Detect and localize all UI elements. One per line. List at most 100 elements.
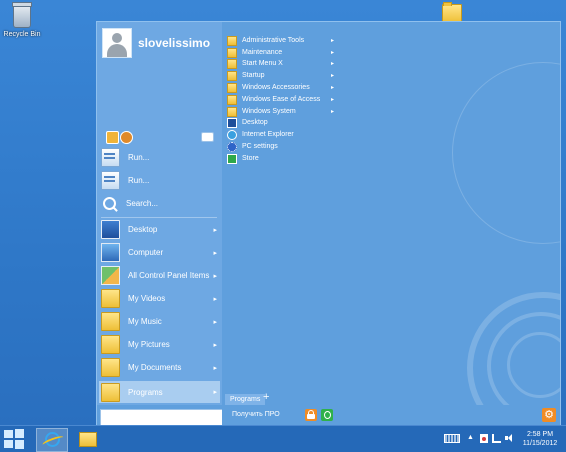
desktop-icon (101, 220, 120, 239)
program-item[interactable]: PC settings (227, 141, 332, 152)
program-item[interactable]: Maintenance ▸ (227, 47, 334, 58)
quick-launch-icon-3[interactable] (201, 132, 214, 142)
chevron-right-icon: ▸ (213, 249, 217, 257)
chevron-right-icon: ▸ (331, 61, 335, 67)
recycle-bin-label: Recycle Bin (3, 31, 41, 38)
network-icon[interactable] (492, 434, 501, 443)
gear-icon[interactable]: ⚙ (542, 408, 556, 422)
start-button[interactable] (4, 429, 26, 449)
left-item-my-music[interactable]: My Music ▸ (99, 311, 220, 332)
left-item-label: Run... (128, 153, 150, 162)
program-item[interactable]: Start Menu X ▸ (227, 58, 335, 69)
folder-icon (442, 2, 462, 22)
left-item-label: My Pictures (128, 340, 170, 349)
lock-icon[interactable] (305, 409, 317, 421)
program-label: Internet Explorer (242, 131, 294, 138)
chevron-right-icon: ▸ (213, 226, 217, 234)
left-item-label: My Videos (128, 294, 166, 303)
program-label: Maintenance (242, 49, 283, 56)
chevron-right-icon: ▸ (213, 272, 217, 280)
quick-launch-icon-2[interactable] (120, 131, 133, 144)
program-label: Store (242, 155, 259, 162)
ie-icon (227, 129, 237, 140)
get-pro-link[interactable]: Получить ПРО (232, 411, 280, 418)
program-label: PC settings (242, 143, 278, 150)
left-item-desktop[interactable]: Desktop ▸ (99, 219, 220, 240)
folder-icon (227, 47, 237, 58)
chevron-right-icon: ▸ (213, 341, 217, 349)
program-item[interactable]: Windows Ease of Access ▸ (227, 94, 334, 105)
chevron-right-icon: ▸ (213, 364, 217, 372)
program-label: Administrative Tools (242, 37, 305, 44)
left-item-label: Desktop (128, 225, 158, 234)
folder-icon (227, 94, 237, 105)
program-label: Start Menu X (242, 60, 283, 67)
folder-icon (227, 58, 237, 69)
avatar[interactable] (102, 28, 132, 58)
folder-icon (101, 358, 120, 377)
program-item[interactable]: Administrative Tools ▸ (227, 35, 334, 46)
computer-icon (101, 243, 120, 262)
left-item-label: My Music (128, 317, 162, 326)
folder-icon (101, 335, 120, 354)
left-item-run-1[interactable]: Run... (99, 147, 220, 168)
clock-time: 2:58 PM (526, 431, 554, 438)
add-tab-button[interactable]: + (263, 392, 269, 403)
program-item[interactable]: Store (227, 153, 332, 164)
program-item[interactable]: Desktop (227, 117, 332, 128)
tab-programs[interactable]: Programs (225, 394, 266, 405)
left-item-my-pictures[interactable]: My Pictures ▸ (99, 334, 220, 355)
taskbar-file-explorer[interactable] (72, 428, 102, 450)
action-center-icon[interactable] (480, 434, 488, 443)
program-item[interactable]: Windows Accessories ▸ (227, 82, 335, 93)
run-icon (101, 171, 120, 190)
left-item-label: Computer (128, 248, 164, 257)
power-icon[interactable] (321, 409, 333, 421)
left-item-my-videos[interactable]: My Videos ▸ (99, 288, 220, 309)
left-item-my-documents[interactable]: My Documents ▸ (99, 357, 220, 378)
left-item-computer[interactable]: Computer ▸ (99, 242, 220, 263)
folder-icon (227, 82, 237, 93)
volume-icon[interactable] (505, 434, 513, 443)
taskbar: ▲ 2:58 PM 11/15/2012 (0, 425, 566, 452)
user-header[interactable]: slovelissimo (102, 28, 210, 58)
left-item-control-panel[interactable]: All Control Panel Items ▸ (99, 265, 220, 286)
program-item[interactable]: Windows System ▸ (227, 106, 335, 117)
quick-launch-icon-1[interactable] (106, 131, 119, 144)
program-item[interactable]: Internet Explorer (227, 129, 332, 140)
left-item-programs[interactable]: Programs ▸ (99, 381, 220, 403)
left-item-run-2[interactable]: Run... (99, 170, 220, 191)
program-label: Windows Ease of Access (242, 96, 321, 103)
program-item[interactable]: Startup ▸ (227, 70, 335, 81)
desktop-folder[interactable] (442, 2, 462, 22)
recycle-bin-icon (12, 2, 32, 28)
start-menu-left-pane: slovelissimo Run... Run... Search... Des… (97, 22, 222, 405)
start-menu: slovelissimo Run... Run... Search... Des… (96, 21, 561, 426)
store-icon (227, 153, 237, 164)
chevron-right-icon: ▸ (331, 73, 335, 79)
windows-logo-icon (4, 430, 13, 438)
show-hidden-icons-button[interactable]: ▲ (467, 434, 474, 446)
taskbar-internet-explorer[interactable] (36, 428, 68, 452)
left-item-label: Run... (128, 176, 150, 185)
username: slovelissimo (138, 36, 211, 50)
chevron-right-icon: ▸ (213, 318, 217, 326)
recycle-bin[interactable]: Recycle Bin (2, 2, 42, 38)
left-item-label: All Control Panel Items (128, 271, 210, 280)
folder-icon (227, 106, 237, 117)
clock[interactable]: 2:58 PM 11/15/2012 (517, 430, 563, 448)
chevron-right-icon: ▸ (331, 109, 335, 115)
background-decoration (452, 62, 560, 244)
left-item-search[interactable]: Search... (99, 193, 220, 214)
folder-icon (101, 382, 120, 402)
program-label: Startup (242, 72, 265, 79)
clock-date: 11/15/2012 (522, 440, 558, 447)
search-input[interactable] (100, 409, 225, 426)
folder-icon (101, 289, 120, 308)
chevron-right-icon: ▸ (331, 85, 335, 91)
ie-icon (45, 432, 60, 447)
quick-launch-row (106, 130, 216, 144)
keyboard-icon[interactable] (444, 434, 460, 443)
folder-icon (101, 312, 120, 331)
control-panel-icon (101, 266, 120, 285)
